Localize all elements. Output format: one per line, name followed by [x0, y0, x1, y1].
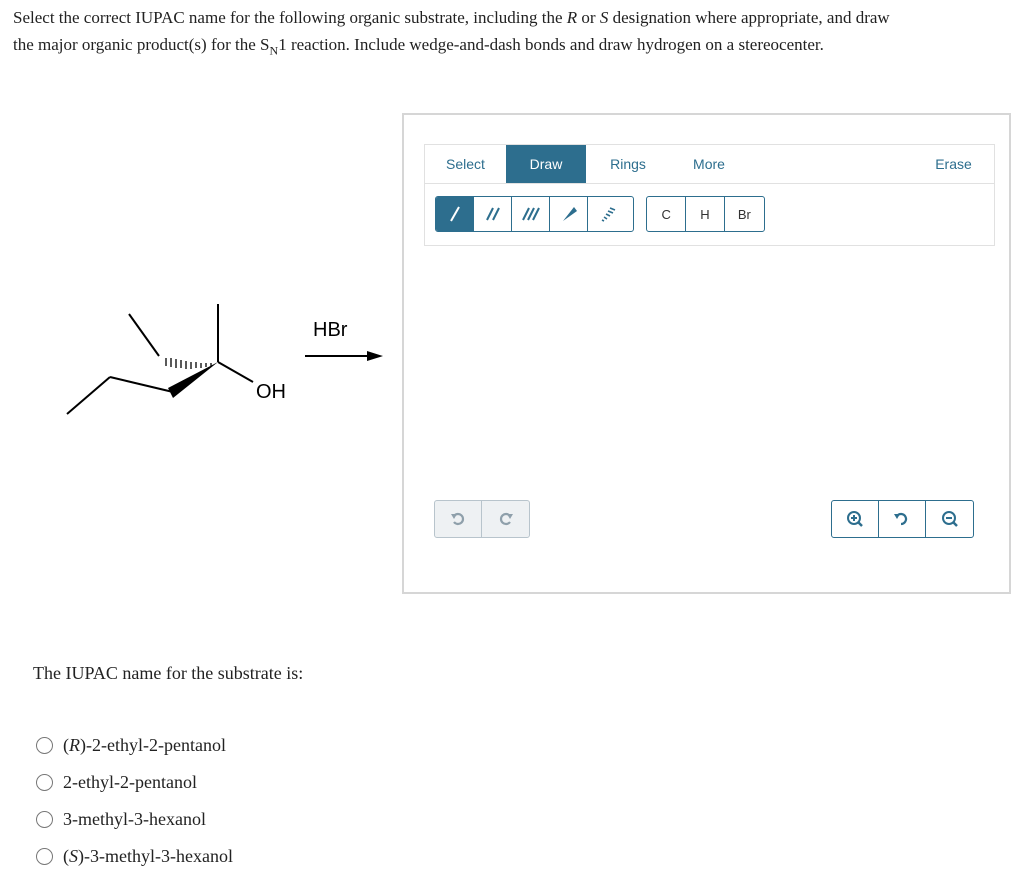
zoom-out-icon — [941, 511, 958, 527]
tab-rings[interactable]: Rings — [588, 145, 668, 183]
draw-toolbar: C H Br — [424, 184, 995, 246]
question-text: Select the correct IUPAC name for the fo… — [13, 4, 1013, 64]
reset-zoom-button[interactable] — [879, 501, 926, 537]
double-bond-icon — [485, 207, 500, 221]
radio-button[interactable] — [36, 737, 53, 754]
atom-c-button[interactable]: C — [647, 197, 687, 231]
atom-br-button[interactable]: Br — [725, 197, 764, 231]
zoom-controls — [831, 500, 974, 538]
radio-button[interactable] — [36, 848, 53, 865]
option-2-ethyl-2-pentanol[interactable]: 2-ethyl-2-pentanol — [36, 764, 233, 801]
triple-bond-icon — [521, 207, 540, 221]
option-label: 3-methyl-3-hexanol — [63, 809, 206, 829]
question-line2-start: the major organic product(s) for the S — [13, 35, 270, 54]
bond-1 — [66, 376, 111, 415]
dash-bond-icon — [601, 207, 616, 222]
undo-icon — [451, 512, 465, 526]
editor-tabs: Select Draw Rings More Erase — [424, 144, 995, 184]
bond-methyl — [128, 313, 160, 357]
dash-bond-button[interactable] — [588, 197, 626, 231]
tab-draw[interactable]: Draw — [506, 145, 586, 183]
question-or: or — [577, 8, 600, 27]
sn-subscript: N — [269, 43, 279, 58]
radio-button[interactable] — [36, 774, 53, 791]
iupac-options: (R)-2-ethyl-2-pentanol 2-ethyl-2-pentano… — [36, 727, 233, 875]
tab-select[interactable]: Select — [425, 145, 506, 183]
single-bond-button[interactable] — [436, 197, 474, 231]
drawing-panel[interactable]: Select Draw Rings More Erase C H Br — [402, 113, 1011, 594]
zoom-in-button[interactable] — [832, 501, 879, 537]
zoom-in-icon — [847, 511, 863, 527]
bond-oh — [217, 361, 254, 383]
zoom-out-button[interactable] — [926, 501, 973, 537]
redo-button[interactable] — [482, 501, 529, 537]
option-label: 2-ethyl-2-pentanol — [63, 772, 197, 792]
double-bond-button[interactable] — [474, 197, 512, 231]
reagent-label: HBr — [313, 319, 348, 341]
wedge-bond-button[interactable] — [550, 197, 588, 231]
question-line2-end: 1 reaction. Include wedge-and-dash bonds… — [278, 35, 824, 54]
option-label: (R)-2-ethyl-2-pentanol — [63, 735, 226, 755]
undo-button[interactable] — [435, 501, 482, 537]
radio-button[interactable] — [36, 811, 53, 828]
option-3-methyl-3-hexanol[interactable]: 3-methyl-3-hexanol — [36, 801, 233, 838]
question-line1-start: Select the correct IUPAC name for the fo… — [13, 8, 567, 27]
undo-redo-group — [434, 500, 530, 538]
bond-2 — [109, 376, 174, 393]
option-r-2-ethyl-2-pentanol[interactable]: (R)-2-ethyl-2-pentanol — [36, 727, 233, 764]
atom-h-button[interactable]: H — [686, 197, 725, 231]
option-s-3-methyl-3-hexanol[interactable]: (S)-3-methyl-3-hexanol — [36, 838, 233, 875]
tab-erase[interactable]: Erase — [913, 145, 994, 183]
reset-zoom-icon — [894, 512, 908, 526]
bond-tools — [435, 196, 634, 232]
wedge-bond-icon — [562, 207, 577, 221]
tab-more[interactable]: More — [669, 145, 749, 183]
dash-bond — [165, 358, 212, 369]
r-designation: R — [566, 8, 578, 27]
oh-label: OH — [256, 381, 286, 403]
question-line1-end: designation where appropriate, and draw — [608, 8, 890, 27]
single-bond-icon — [449, 206, 460, 222]
atom-tools: C H Br — [646, 196, 765, 232]
triple-bond-button[interactable] — [512, 197, 550, 231]
iupac-question-label: The IUPAC name for the substrate is: — [33, 663, 304, 683]
redo-icon — [499, 512, 513, 526]
reaction-arrow-head — [367, 351, 383, 361]
substrate-structure: OH HBr — [66, 304, 383, 415]
